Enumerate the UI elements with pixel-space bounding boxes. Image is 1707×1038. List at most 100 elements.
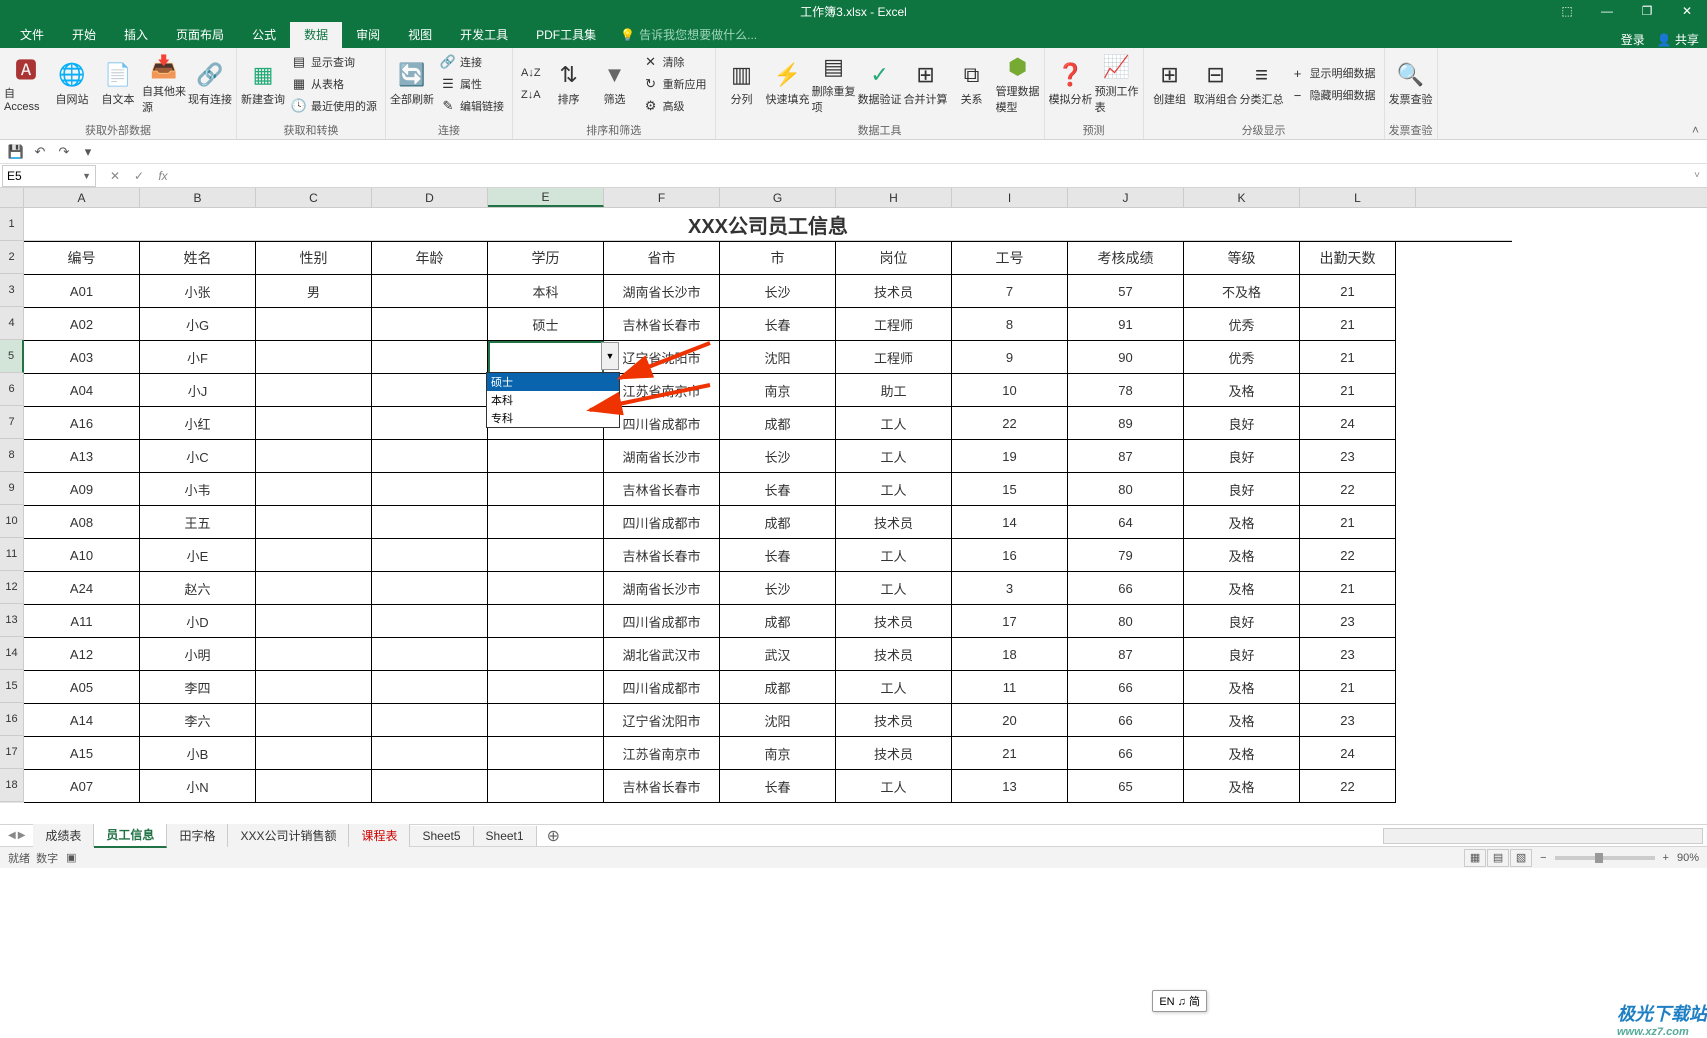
table-cell[interactable] xyxy=(256,473,372,506)
table-cell[interactable] xyxy=(372,638,488,671)
table-cell[interactable]: 66 xyxy=(1068,671,1184,704)
zoom-slider[interactable] xyxy=(1555,856,1655,860)
table-header-cell[interactable]: 等级 xyxy=(1184,242,1300,275)
row-header[interactable]: 5 xyxy=(0,340,24,373)
table-cell[interactable]: A01 xyxy=(24,275,140,308)
table-cell[interactable]: 21 xyxy=(952,737,1068,770)
table-cell[interactable]: 长沙 xyxy=(720,275,836,308)
table-cell[interactable]: 李四 xyxy=(140,671,256,704)
tab-dev[interactable]: 开发工具 xyxy=(446,21,522,48)
table-cell[interactable]: 3 xyxy=(952,572,1068,605)
new-query-button[interactable]: ▦新建查询 xyxy=(241,50,285,118)
tab-data[interactable]: 数据 xyxy=(290,21,342,48)
table-cell[interactable] xyxy=(256,770,372,803)
from-text-button[interactable]: 📄自文本 xyxy=(96,50,140,118)
table-cell[interactable]: 工人 xyxy=(836,539,952,572)
whatif-button[interactable]: ❓模拟分析 xyxy=(1049,50,1093,118)
table-cell[interactable]: 小韦 xyxy=(140,473,256,506)
table-header-cell[interactable]: 性别 xyxy=(256,242,372,275)
table-cell[interactable]: 小J xyxy=(140,374,256,407)
table-header-cell[interactable]: 编号 xyxy=(24,242,140,275)
table-header-cell[interactable]: 岗位 xyxy=(836,242,952,275)
sheet-tab[interactable]: 田字格 xyxy=(167,824,228,847)
name-box[interactable]: E5▼ xyxy=(2,165,96,187)
hide-detail-button[interactable]: −隐藏明细数据 xyxy=(1286,85,1380,106)
table-cell[interactable]: 小C xyxy=(140,440,256,473)
table-cell[interactable] xyxy=(488,737,604,770)
login-link[interactable]: 登录 xyxy=(1621,31,1645,48)
table-cell[interactable]: 小G xyxy=(140,308,256,341)
column-header[interactable]: J xyxy=(1068,188,1184,207)
table-cell[interactable] xyxy=(256,308,372,341)
table-cell[interactable]: 78 xyxy=(1068,374,1184,407)
remove-duplicates-button[interactable]: ▤删除重复项 xyxy=(812,50,856,118)
data-validation-button[interactable]: ✓数据验证 xyxy=(858,50,902,118)
table-cell[interactable]: 91 xyxy=(1068,308,1184,341)
table-cell[interactable] xyxy=(488,572,604,605)
sheet-tab[interactable]: Sheet5 xyxy=(410,826,473,846)
table-cell[interactable]: 成都 xyxy=(720,407,836,440)
table-cell[interactable]: 四川省成都市 xyxy=(604,671,720,704)
text-to-columns-button[interactable]: ▥分列 xyxy=(720,50,764,118)
column-header[interactable]: G xyxy=(720,188,836,207)
table-cell[interactable]: 14 xyxy=(952,506,1068,539)
table-cell[interactable]: 技术员 xyxy=(836,506,952,539)
table-cell[interactable]: 小张 xyxy=(140,275,256,308)
row-header[interactable]: 11 xyxy=(0,538,24,571)
table-header-cell[interactable]: 省市 xyxy=(604,242,720,275)
tab-file[interactable]: 文件 xyxy=(6,21,58,48)
table-cell[interactable] xyxy=(372,737,488,770)
sheet-tab[interactable]: 成绩表 xyxy=(33,824,94,847)
refresh-all-button[interactable]: 🔄全部刷新 xyxy=(390,50,434,118)
row-header[interactable]: 4 xyxy=(0,307,24,340)
table-cell[interactable]: 20 xyxy=(952,704,1068,737)
table-cell[interactable]: 23 xyxy=(1300,440,1396,473)
edit-links-button[interactable]: ✎编辑链接 xyxy=(436,96,508,117)
table-cell[interactable]: A13 xyxy=(24,440,140,473)
table-cell[interactable]: 9 xyxy=(952,341,1068,374)
table-cell[interactable]: 小E xyxy=(140,539,256,572)
table-cell[interactable]: 66 xyxy=(1068,704,1184,737)
table-header-cell[interactable]: 年龄 xyxy=(372,242,488,275)
row-header[interactable]: 6 xyxy=(0,373,24,406)
from-other-button[interactable]: 📥自其他来源 xyxy=(142,50,186,118)
table-cell[interactable]: 及格 xyxy=(1184,572,1300,605)
column-header[interactable]: K xyxy=(1184,188,1300,207)
zoom-level[interactable]: 90% xyxy=(1677,852,1699,864)
sort-button[interactable]: ⇅排序 xyxy=(547,50,591,118)
table-cell[interactable]: A16 xyxy=(24,407,140,440)
column-header[interactable]: C xyxy=(256,188,372,207)
table-cell[interactable]: 成都 xyxy=(720,506,836,539)
table-cell[interactable]: 技术员 xyxy=(836,737,952,770)
table-cell[interactable] xyxy=(372,671,488,704)
table-cell[interactable]: 长春 xyxy=(720,308,836,341)
table-cell[interactable]: 11 xyxy=(952,671,1068,704)
column-header[interactable]: B xyxy=(140,188,256,207)
table-cell[interactable] xyxy=(256,407,372,440)
table-cell[interactable]: 90 xyxy=(1068,341,1184,374)
table-cell[interactable]: A24 xyxy=(24,572,140,605)
table-cell[interactable]: 技术员 xyxy=(836,605,952,638)
table-cell[interactable]: 吉林省长春市 xyxy=(604,770,720,803)
table-cell[interactable]: 64 xyxy=(1068,506,1184,539)
tab-layout[interactable]: 页面布局 xyxy=(162,21,238,48)
record-macro-icon[interactable]: ▣ xyxy=(66,851,76,864)
table-cell[interactable]: 87 xyxy=(1068,440,1184,473)
table-cell[interactable]: 24 xyxy=(1300,407,1396,440)
table-cell[interactable]: 四川省成都市 xyxy=(604,605,720,638)
table-cell[interactable]: 小D xyxy=(140,605,256,638)
row-header[interactable]: 3 xyxy=(0,274,24,307)
table-cell[interactable] xyxy=(372,275,488,308)
table-cell[interactable] xyxy=(256,374,372,407)
table-cell[interactable]: 长沙 xyxy=(720,440,836,473)
table-cell[interactable]: 13 xyxy=(952,770,1068,803)
table-cell[interactable]: 武汉 xyxy=(720,638,836,671)
table-cell[interactable]: 7 xyxy=(952,275,1068,308)
row-header[interactable]: 7 xyxy=(0,406,24,439)
column-header[interactable]: L xyxy=(1300,188,1416,207)
formula-input[interactable] xyxy=(174,166,1687,186)
table-cell[interactable] xyxy=(256,341,372,374)
tab-home[interactable]: 开始 xyxy=(58,21,110,48)
table-cell[interactable] xyxy=(256,671,372,704)
table-cell[interactable]: 工人 xyxy=(836,473,952,506)
